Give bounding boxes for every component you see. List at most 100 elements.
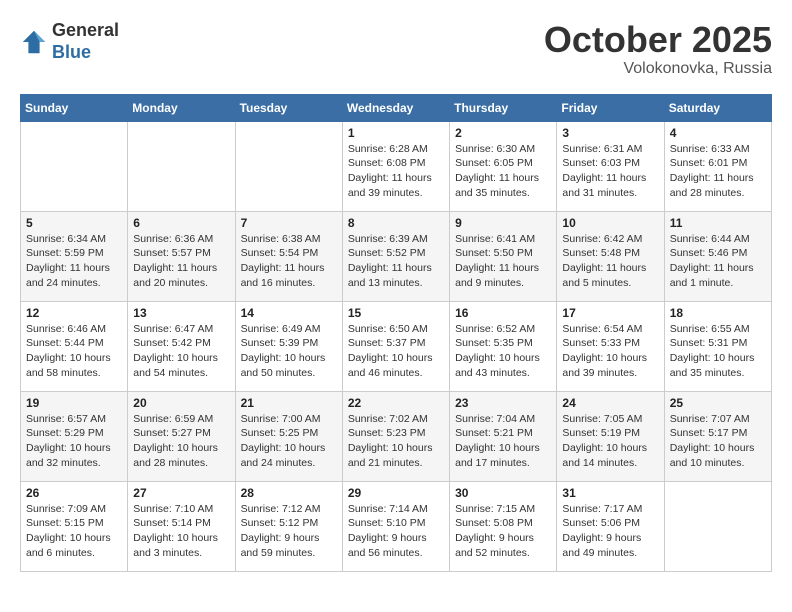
calendar-cell: 5 Sunrise: 6:34 AM Sunset: 5:59 PM Dayli…	[21, 211, 128, 301]
calendar-cell: 3 Sunrise: 6:31 AM Sunset: 6:03 PM Dayli…	[557, 121, 664, 211]
day-info: Sunrise: 7:02 AM Sunset: 5:23 PM Dayligh…	[348, 412, 444, 471]
calendar-cell: 9 Sunrise: 6:41 AM Sunset: 5:50 PM Dayli…	[450, 211, 557, 301]
calendar-cell: 12 Sunrise: 6:46 AM Sunset: 5:44 PM Dayl…	[21, 301, 128, 391]
day-info: Sunrise: 6:44 AM Sunset: 5:46 PM Dayligh…	[670, 232, 766, 291]
day-info: Sunrise: 7:05 AM Sunset: 5:19 PM Dayligh…	[562, 412, 658, 471]
day-info: Sunrise: 6:57 AM Sunset: 5:29 PM Dayligh…	[26, 412, 122, 471]
day-info: Sunrise: 7:10 AM Sunset: 5:14 PM Dayligh…	[133, 502, 229, 561]
logo-general: General	[52, 20, 119, 40]
day-info: Sunrise: 6:59 AM Sunset: 5:27 PM Dayligh…	[133, 412, 229, 471]
day-info: Sunrise: 7:07 AM Sunset: 5:17 PM Dayligh…	[670, 412, 766, 471]
day-info: Sunrise: 6:39 AM Sunset: 5:52 PM Dayligh…	[348, 232, 444, 291]
day-info: Sunrise: 7:15 AM Sunset: 5:08 PM Dayligh…	[455, 502, 551, 561]
calendar-cell: 8 Sunrise: 6:39 AM Sunset: 5:52 PM Dayli…	[342, 211, 449, 301]
day-number: 20	[133, 396, 229, 410]
day-info: Sunrise: 6:52 AM Sunset: 5:35 PM Dayligh…	[455, 322, 551, 381]
weekday-header: Friday	[557, 94, 664, 121]
day-info: Sunrise: 6:28 AM Sunset: 6:08 PM Dayligh…	[348, 142, 444, 201]
day-number: 2	[455, 126, 551, 140]
day-number: 11	[670, 216, 766, 230]
day-info: Sunrise: 6:36 AM Sunset: 5:57 PM Dayligh…	[133, 232, 229, 291]
calendar-cell: 17 Sunrise: 6:54 AM Sunset: 5:33 PM Dayl…	[557, 301, 664, 391]
day-info: Sunrise: 6:30 AM Sunset: 6:05 PM Dayligh…	[455, 142, 551, 201]
day-info: Sunrise: 6:46 AM Sunset: 5:44 PM Dayligh…	[26, 322, 122, 381]
calendar-week-row: 26 Sunrise: 7:09 AM Sunset: 5:15 PM Dayl…	[21, 481, 772, 571]
calendar-week-row: 1 Sunrise: 6:28 AM Sunset: 6:08 PM Dayli…	[21, 121, 772, 211]
day-info: Sunrise: 7:12 AM Sunset: 5:12 PM Dayligh…	[241, 502, 337, 561]
calendar-cell: 31 Sunrise: 7:17 AM Sunset: 5:06 PM Dayl…	[557, 481, 664, 571]
day-info: Sunrise: 6:33 AM Sunset: 6:01 PM Dayligh…	[670, 142, 766, 201]
calendar-cell: 7 Sunrise: 6:38 AM Sunset: 5:54 PM Dayli…	[235, 211, 342, 301]
day-number: 29	[348, 486, 444, 500]
day-number: 17	[562, 306, 658, 320]
day-number: 23	[455, 396, 551, 410]
calendar-cell: 16 Sunrise: 6:52 AM Sunset: 5:35 PM Dayl…	[450, 301, 557, 391]
day-number: 25	[670, 396, 766, 410]
day-info: Sunrise: 7:14 AM Sunset: 5:10 PM Dayligh…	[348, 502, 444, 561]
calendar-cell: 29 Sunrise: 7:14 AM Sunset: 5:10 PM Dayl…	[342, 481, 449, 571]
day-number: 16	[455, 306, 551, 320]
logo-text: General Blue	[52, 20, 119, 63]
day-number: 5	[26, 216, 122, 230]
calendar-cell: 30 Sunrise: 7:15 AM Sunset: 5:08 PM Dayl…	[450, 481, 557, 571]
calendar-cell: 11 Sunrise: 6:44 AM Sunset: 5:46 PM Dayl…	[664, 211, 771, 301]
weekday-header: Sunday	[21, 94, 128, 121]
day-number: 9	[455, 216, 551, 230]
day-number: 7	[241, 216, 337, 230]
calendar-cell: 25 Sunrise: 7:07 AM Sunset: 5:17 PM Dayl…	[664, 391, 771, 481]
day-info: Sunrise: 7:17 AM Sunset: 5:06 PM Dayligh…	[562, 502, 658, 561]
day-number: 27	[133, 486, 229, 500]
month-title: October 2025	[544, 20, 772, 60]
day-number: 8	[348, 216, 444, 230]
day-number: 3	[562, 126, 658, 140]
calendar-cell: 2 Sunrise: 6:30 AM Sunset: 6:05 PM Dayli…	[450, 121, 557, 211]
logo: General Blue	[20, 20, 119, 63]
calendar-cell: 6 Sunrise: 6:36 AM Sunset: 5:57 PM Dayli…	[128, 211, 235, 301]
page-header: General Blue October 2025 Volokonovka, R…	[20, 20, 772, 78]
weekday-header-row: SundayMondayTuesdayWednesdayThursdayFrid…	[21, 94, 772, 121]
calendar-cell: 13 Sunrise: 6:47 AM Sunset: 5:42 PM Dayl…	[128, 301, 235, 391]
day-info: Sunrise: 6:42 AM Sunset: 5:48 PM Dayligh…	[562, 232, 658, 291]
day-info: Sunrise: 6:34 AM Sunset: 5:59 PM Dayligh…	[26, 232, 122, 291]
weekday-header: Monday	[128, 94, 235, 121]
day-number: 6	[133, 216, 229, 230]
title-block: October 2025 Volokonovka, Russia	[544, 20, 772, 78]
day-info: Sunrise: 7:09 AM Sunset: 5:15 PM Dayligh…	[26, 502, 122, 561]
calendar-cell: 1 Sunrise: 6:28 AM Sunset: 6:08 PM Dayli…	[342, 121, 449, 211]
calendar-cell	[128, 121, 235, 211]
day-number: 22	[348, 396, 444, 410]
day-info: Sunrise: 6:55 AM Sunset: 5:31 PM Dayligh…	[670, 322, 766, 381]
day-number: 14	[241, 306, 337, 320]
calendar-cell: 22 Sunrise: 7:02 AM Sunset: 5:23 PM Dayl…	[342, 391, 449, 481]
day-info: Sunrise: 6:41 AM Sunset: 5:50 PM Dayligh…	[455, 232, 551, 291]
day-number: 30	[455, 486, 551, 500]
location: Volokonovka, Russia	[544, 60, 772, 78]
logo-icon	[20, 28, 48, 56]
day-number: 18	[670, 306, 766, 320]
calendar-cell: 20 Sunrise: 6:59 AM Sunset: 5:27 PM Dayl…	[128, 391, 235, 481]
day-number: 28	[241, 486, 337, 500]
calendar-cell: 19 Sunrise: 6:57 AM Sunset: 5:29 PM Dayl…	[21, 391, 128, 481]
calendar-cell: 10 Sunrise: 6:42 AM Sunset: 5:48 PM Dayl…	[557, 211, 664, 301]
weekday-header: Thursday	[450, 94, 557, 121]
day-info: Sunrise: 6:50 AM Sunset: 5:37 PM Dayligh…	[348, 322, 444, 381]
day-number: 4	[670, 126, 766, 140]
calendar-cell: 18 Sunrise: 6:55 AM Sunset: 5:31 PM Dayl…	[664, 301, 771, 391]
calendar-cell: 24 Sunrise: 7:05 AM Sunset: 5:19 PM Dayl…	[557, 391, 664, 481]
day-info: Sunrise: 7:00 AM Sunset: 5:25 PM Dayligh…	[241, 412, 337, 471]
day-number: 26	[26, 486, 122, 500]
day-number: 12	[26, 306, 122, 320]
calendar-cell: 27 Sunrise: 7:10 AM Sunset: 5:14 PM Dayl…	[128, 481, 235, 571]
day-info: Sunrise: 6:31 AM Sunset: 6:03 PM Dayligh…	[562, 142, 658, 201]
day-number: 1	[348, 126, 444, 140]
day-number: 13	[133, 306, 229, 320]
logo-blue: Blue	[52, 42, 91, 62]
calendar-cell: 14 Sunrise: 6:49 AM Sunset: 5:39 PM Dayl…	[235, 301, 342, 391]
calendar-week-row: 5 Sunrise: 6:34 AM Sunset: 5:59 PM Dayli…	[21, 211, 772, 301]
calendar-cell: 15 Sunrise: 6:50 AM Sunset: 5:37 PM Dayl…	[342, 301, 449, 391]
calendar-cell: 21 Sunrise: 7:00 AM Sunset: 5:25 PM Dayl…	[235, 391, 342, 481]
day-info: Sunrise: 6:49 AM Sunset: 5:39 PM Dayligh…	[241, 322, 337, 381]
calendar-week-row: 12 Sunrise: 6:46 AM Sunset: 5:44 PM Dayl…	[21, 301, 772, 391]
weekday-header: Saturday	[664, 94, 771, 121]
day-number: 31	[562, 486, 658, 500]
